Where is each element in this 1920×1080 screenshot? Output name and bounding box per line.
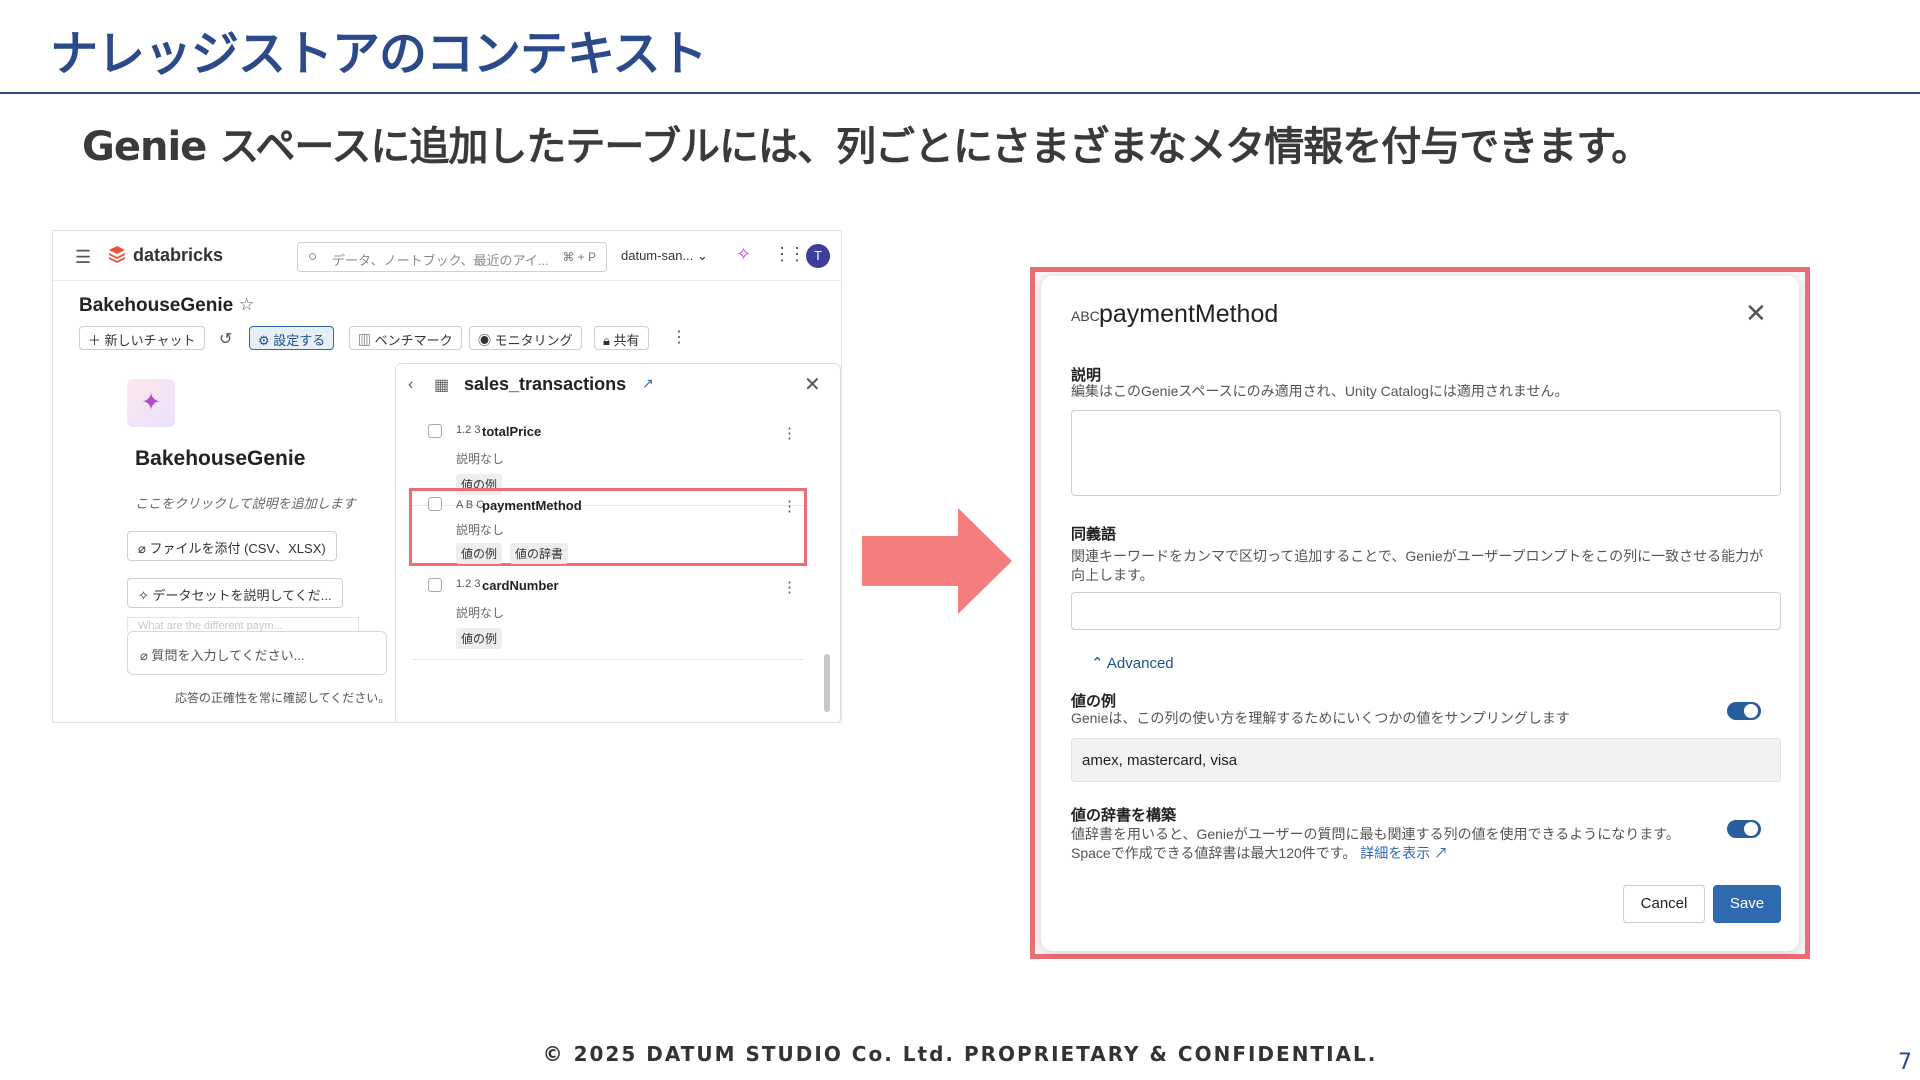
genie-description-placeholder[interactable]: ここをクリックして説明を追加します (135, 493, 356, 512)
monitoring-button[interactable]: ◉ モニタリング (469, 326, 582, 350)
column-description: 説明なし (456, 523, 505, 537)
footer: © 2025 DATUM STUDIO Co. Ltd. PROPRIETARY… (542, 1042, 1378, 1066)
ask-input[interactable]: ⌀ 質問を入力してください... (127, 631, 387, 675)
column-checkbox[interactable] (428, 578, 442, 592)
description-textarea[interactable] (1071, 410, 1781, 496)
string-type-icon: A B C (456, 499, 485, 511)
avatar[interactable]: T (806, 244, 830, 268)
search-placeholder: データ、ノートブック、最近のアイ... (332, 253, 549, 268)
databricks-logo-icon (109, 246, 125, 263)
dictionary-label: 値の辞書を構築 (1071, 807, 1177, 824)
sample-values-tag: 値の例 (456, 543, 503, 564)
attach-file-button[interactable]: ⌀ ファイルを添付 (CSV、XLSX) (127, 531, 337, 561)
column-more-icon[interactable]: ⋮ (782, 578, 797, 596)
advanced-toggle[interactable]: ⌃ Advanced (1091, 654, 1174, 672)
save-button[interactable]: Save (1713, 885, 1781, 923)
column-more-icon[interactable]: ⋮ (782, 497, 797, 515)
column-description: 説明なし (456, 606, 505, 620)
value-dictionary-tag: 値の辞書 (510, 543, 569, 564)
learn-more-link[interactable]: 詳細を表示 (1360, 845, 1430, 861)
dialog-title: paymentMethod (1099, 300, 1279, 328)
dictionary-toggle[interactable] (1727, 820, 1761, 838)
synonyms-help: 関連キーワードをカンマで区切って追加することで、Genieがユーザープロンプトを… (1071, 548, 1764, 583)
logo-text: databricks (133, 245, 224, 265)
menu-icon[interactable]: ☰ (75, 247, 91, 268)
sample-values-toggle[interactable] (1727, 702, 1761, 720)
sample-values-tag: 値の例 (456, 628, 503, 649)
back-icon[interactable]: ‹ (408, 376, 413, 394)
table-panel: ‹ ▦ sales_transactions ↗ ✕ 1.2 3 totalPr… (395, 363, 841, 722)
string-type-icon: ABC (1071, 308, 1100, 324)
genie-name: BakehouseGenie (135, 447, 306, 470)
arrow-icon (862, 508, 1012, 614)
column-description: 説明なし (456, 452, 505, 466)
history-icon[interactable]: ↺ (219, 329, 232, 349)
column-name: cardNumber (482, 578, 559, 593)
cancel-button[interactable]: Cancel (1623, 885, 1705, 923)
workspace-selector[interactable]: datum-san... ⌄ (621, 248, 708, 264)
synonyms-label: 同義語 (1071, 526, 1117, 543)
configure-button[interactable]: ⚙ 設定する (249, 326, 335, 350)
more-options-icon[interactable]: ⋮ (671, 327, 687, 347)
description-help: 編集はこのGenieスペースにのみ適用され、Unity Catalogには適用さ… (1071, 383, 1569, 399)
sample-values-label: 値の例 (1071, 693, 1117, 710)
dictionary-help-limit: Spaceで作成できる値辞書は最大120件です。 詳細を表示 ↗ (1071, 845, 1449, 861)
slide-title: ナレッジストアのコンテキスト (50, 26, 708, 82)
benchmark-button[interactable]: ▥ ベンチマーク (349, 326, 462, 350)
databricks-screenshot: ☰ databricks ○ データ、ノートブック、最近のアイ... ⌘ + P… (52, 230, 842, 723)
column-checkbox[interactable] (428, 497, 442, 511)
close-icon[interactable]: ✕ (804, 372, 821, 397)
column-card-cardnumber[interactable]: 1.2 3 cardNumber 説明なし 値の例 ⋮ (412, 568, 804, 660)
numeric-type-icon: 1.2 3 (456, 424, 481, 436)
column-card-paymentmethod[interactable]: A B C paymentMethod 説明なし 値の例 値の辞書 ⋮ (409, 488, 807, 566)
search-input[interactable]: ○ データ、ノートブック、最近のアイ... ⌘ + P (297, 242, 607, 272)
disclaimer: 応答の正確性を常に確認してください。 (175, 691, 391, 705)
slide-subtitle: Genie スペースに追加したテーブルには、列ごとにさまざまなメタ情報を付与でき… (82, 124, 1651, 170)
favorite-star-icon[interactable]: ☆ (239, 295, 254, 315)
column-checkbox[interactable] (428, 424, 442, 438)
page-number: 7 (1898, 1050, 1912, 1075)
column-settings-dialog: ABC paymentMethod ✕ 説明 編集はこのGenieスペースにのみ… (1041, 276, 1799, 951)
assistant-sparkle-icon[interactable]: ✧ (736, 244, 751, 265)
new-chat-button[interactable]: ＋ 新しいチャット (79, 326, 205, 350)
search-icon: ○ (308, 248, 318, 265)
dialog-highlight-frame: ABC paymentMethod ✕ 説明 編集はこのGenieスペースにのみ… (1030, 267, 1810, 959)
dictionary-help: 値辞書を用いると、Genieがユーザーの質問に最も関連する列の値を使用できるよう… (1071, 826, 1680, 842)
panel-scrollbar[interactable] (824, 654, 830, 712)
external-link-icon[interactable]: ↗ (642, 375, 654, 392)
column-name: paymentMethod (482, 498, 582, 513)
external-link-icon[interactable]: ↗ (1434, 845, 1448, 861)
synonyms-input[interactable] (1071, 592, 1781, 630)
share-button[interactable]: 🔒︎ 共有 (594, 326, 649, 350)
suggested-question[interactable]: What are the different paym... (127, 617, 359, 631)
close-icon[interactable]: ✕ (1745, 298, 1767, 329)
table-icon: ▦ (434, 377, 450, 394)
top-bar: ☰ databricks ○ データ、ノートブック、最近のアイ... ⌘ + P… (53, 231, 841, 281)
space-title: BakehouseGenie (79, 295, 234, 316)
column-more-icon[interactable]: ⋮ (782, 424, 797, 442)
sample-values-help: Genieは、この列の使い方を理解するためにいくつかの値をサンプリングします (1071, 710, 1570, 726)
explain-dataset-button[interactable]: ✧ データセットを説明してくだ... (127, 578, 343, 608)
table-name: sales_transactions (464, 374, 627, 394)
sample-values-field[interactable]: amex, mastercard, visa (1071, 738, 1781, 782)
search-shortcut: ⌘ + P (562, 250, 596, 264)
column-name: totalPrice (482, 424, 542, 439)
numeric-type-icon: 1.2 3 (456, 578, 481, 590)
title-rule (0, 92, 1920, 94)
genie-space-icon: ✦ (127, 379, 175, 427)
